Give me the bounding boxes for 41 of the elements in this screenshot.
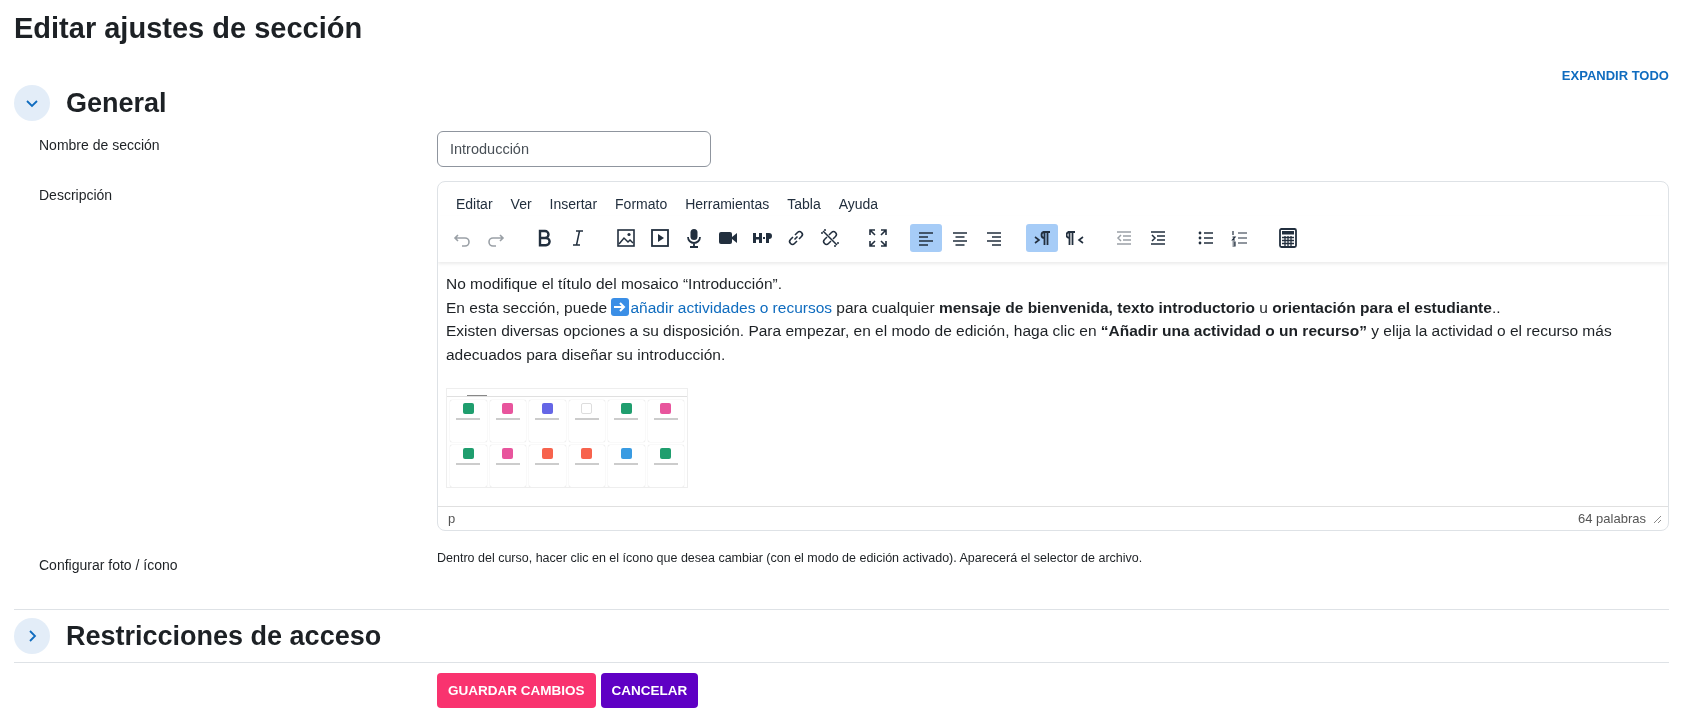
field-label: Nombre de sección [38,136,161,155]
numbers-icon [1230,228,1250,248]
ltr-icon [1032,228,1052,248]
section-heading: General [66,87,167,119]
mic-icon [684,228,704,248]
help-text: Dentro del curso, hacer clic en el ícono que desea cambiar (con el modo de edición activado). Aparecerá el selector de archivo. [437,551,1144,567]
paragraph: En esta sección, puede añadir actividades o recursos para cualquier mensaje de bienvenida, texto introductorio u orientación para el estudiante.. [446,296,1502,318]
editor-menu-item[interactable]: Ver [502,192,540,216]
section-name-input[interactable]: Introducción [437,131,711,167]
paragraph: Existen diversas opciones a su disposición. Para empezar, en el modo de edición, haga clic en “Añadir una actividad o un recurso” y elija la actividad o el recurso más adecuados para diseñar su introducción. [446,321,1613,365]
field-label: Configurar foto / ícono [38,556,179,575]
image-icon [616,228,636,248]
section-toggle[interactable] [14,618,50,654]
paragraph: No modifique el título del mosaico “Introducción”. [446,274,783,294]
field-label: Descripción [38,186,114,205]
editor-menu-item[interactable]: Tabla [779,192,829,216]
editor-menu-item[interactable]: Insertar [541,192,606,216]
resize-handle-icon[interactable] [1652,513,1662,524]
link-icon [786,228,806,248]
word-count: 64 palabras [1578,511,1646,526]
indent-icon [1148,228,1168,248]
text-link[interactable]: añadir actividades o recursos [630,298,833,316]
editor-menu-item[interactable]: Ayuda [830,192,887,216]
section-toggle[interactable] [14,85,50,121]
expand-all-link[interactable]: EXPANDIR TODO [1561,68,1669,83]
fullscreen-icon [868,228,888,248]
alignleft-button[interactable] [910,224,942,252]
outdent-icon [1114,228,1134,248]
editor-menu-item[interactable]: Formato [607,192,676,216]
editor-menu-item[interactable]: Herramientas [677,192,778,216]
ltr-button[interactable] [1026,224,1058,252]
unlink-icon [820,228,840,248]
element-path: p [448,511,456,526]
section-heading: Restricciones de acceso [66,620,382,652]
cancel-button[interactable]: CANCELAR [600,673,699,708]
calculator-icon [1278,228,1298,248]
page-title: Editar ajustes de sección [14,11,364,46]
editor-menu-item[interactable]: Editar [448,192,501,216]
rtl-icon [1066,228,1086,248]
save-button[interactable]: GUARDAR CAMBIOS [437,673,596,708]
media-icon [650,228,670,248]
